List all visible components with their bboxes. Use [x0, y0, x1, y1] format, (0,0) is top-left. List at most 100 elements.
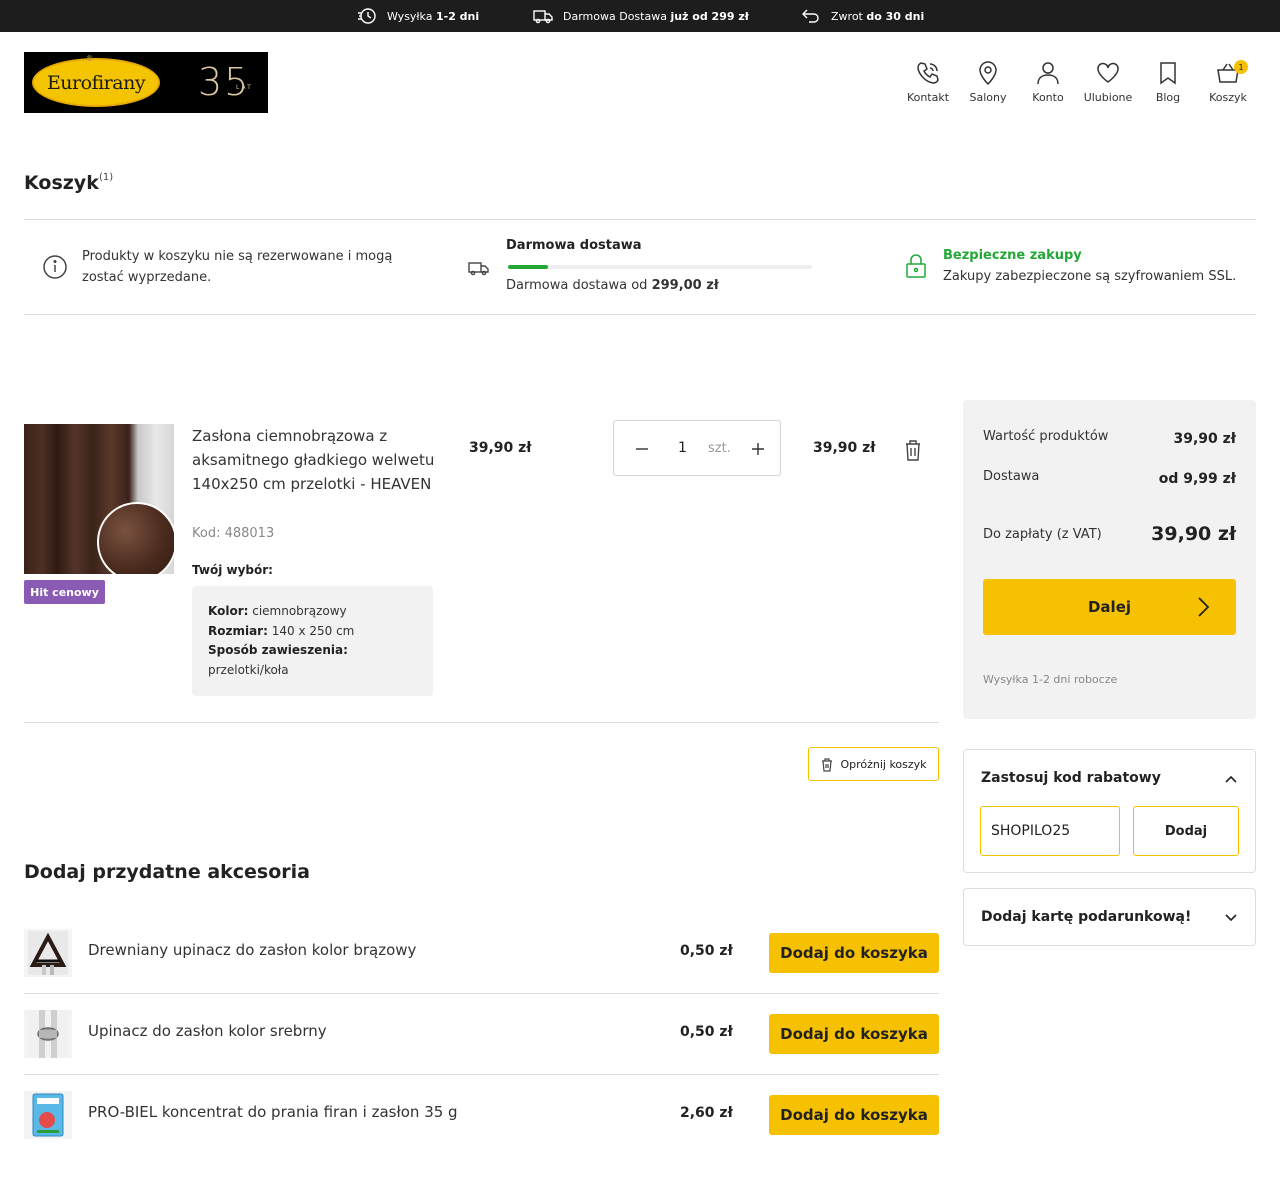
item-total-price: 39,90 zł	[813, 440, 876, 456]
reservation-note-text: Produkty w koszyku nie są rezerwowane i …	[82, 249, 393, 285]
nav-koszyk[interactable]: 1 Koszyk	[1198, 60, 1258, 104]
product-image[interactable]	[24, 424, 174, 574]
apply-coupon-button[interactable]: Dodaj	[1133, 806, 1239, 856]
topbar-return: Zwrot do 30 dni	[801, 0, 924, 32]
total-value: 39,90 zł	[1151, 523, 1236, 545]
accessory-row: PRO-BIEL koncentrat do prania firan i za…	[24, 1075, 939, 1155]
empty-cart-label: Opróżnij koszyk	[840, 757, 927, 771]
return-arrow-icon	[802, 9, 819, 23]
reservation-note: Produkty w koszyku nie są rezerwowane i …	[42, 246, 422, 288]
product-color-swatch	[97, 502, 174, 574]
hit-price-badge: Hit cenowy	[24, 580, 105, 604]
nav-konto[interactable]: Konto	[1018, 60, 1078, 104]
quantity-unit: szt.	[708, 441, 731, 456]
shipping-note: Wysyłka 1-2 dni robocze	[983, 673, 1118, 686]
logo-oval: Eurofirany	[32, 58, 160, 107]
topbar-return-text: Zwrot	[831, 9, 867, 23]
free-delivery-subtitle: Darmowa dostawa od 299,00 zł	[506, 278, 719, 293]
free-delivery-amount: 299,00 zł	[651, 278, 719, 293]
chevron-down-icon[interactable]	[1225, 914, 1237, 922]
delivery-label: Dostawa	[983, 469, 1040, 484]
coupon-title[interactable]: Zastosuj kod rabatowy	[981, 770, 1161, 786]
free-delivery-progress-fill	[508, 265, 549, 269]
heart-icon	[1097, 62, 1119, 83]
topbar-shipping: Wysyłka 1-2 dni	[357, 0, 479, 32]
order-summary: Wartość produktów 39,90 zł Dostawa od 9,…	[963, 400, 1256, 719]
nav-blog-label: Blog	[1155, 91, 1181, 104]
logo-text: Eurofirany	[46, 71, 146, 94]
accessory-name[interactable]: Upinacz do zasłon kolor srebrny	[88, 1022, 327, 1040]
choice-box: Kolor: ciemnobrązowy Rozmiar: 140 x 250 …	[192, 586, 433, 696]
bookmark-icon	[1160, 62, 1176, 85]
lock-icon	[906, 254, 926, 278]
add-to-cart-button[interactable]: Dodaj do koszyka	[769, 1095, 939, 1135]
quantity-increase-button[interactable]	[746, 437, 770, 461]
nav-kontakt-label: Kontakt	[906, 91, 950, 104]
chevron-right-icon	[1198, 597, 1210, 617]
topbar-delivery-bold: już od 299 zł	[670, 9, 749, 23]
accessory-name[interactable]: PRO-BIEL koncentrat do prania firan i za…	[88, 1103, 458, 1121]
next-button[interactable]: Dalej	[983, 579, 1236, 635]
logo[interactable]: Eurofirany ♛ 35 LAT	[24, 52, 268, 113]
accessory-thumbnail[interactable]	[24, 1010, 72, 1058]
products-value-label: Wartość produktów	[983, 429, 1109, 444]
free-delivery-title: Darmowa dostawa	[506, 238, 642, 253]
topbar-shipping-bold: 1-2 dni	[435, 9, 480, 23]
nav-salony-label: Salony	[969, 91, 1007, 104]
product-name[interactable]: Zasłona ciemnobrązowa z aksamitnego gład…	[192, 424, 442, 496]
accessory-price: 2,60 zł	[680, 1105, 733, 1121]
accessory-row: Drewniany upinacz do zasłon kolor brązow…	[24, 913, 939, 993]
hanging-value: przelotki/koła	[208, 662, 289, 677]
top-info-bar: Wysyłka 1-2 dni Darmowa Dostawa już od 2…	[0, 0, 1280, 32]
free-delivery-progress	[508, 265, 812, 269]
accessory-thumbnail[interactable]	[24, 1091, 72, 1139]
gift-card-panel[interactable]: Dodaj kartę podarunkową!	[963, 888, 1256, 946]
quantity-value[interactable]: 1	[678, 440, 687, 456]
add-to-cart-button[interactable]: Dodaj do koszyka	[769, 1014, 939, 1054]
hanging-label: Sposób zawieszenia:	[208, 643, 348, 657]
accessory-name[interactable]: Drewniany upinacz do zasłon kolor brązow…	[88, 941, 416, 959]
choice-label: Twój wybór:	[192, 563, 273, 577]
remove-item-trash-icon[interactable]	[902, 438, 924, 462]
topbar-delivery: Darmowa Dostawa już od 299 zł	[533, 0, 749, 32]
product-code: Kod: 488013	[192, 526, 275, 541]
coupon-panel: Zastosuj kod rabatowy Dodaj	[963, 749, 1256, 873]
quantity-decrease-button[interactable]	[630, 437, 654, 461]
delivery-truck-icon	[468, 262, 489, 276]
topbar-return-bold: do 30 dni	[866, 9, 925, 23]
accessories-title: Dodaj przydatne akcesoria	[24, 861, 310, 883]
gift-card-title[interactable]: Dodaj kartę podarunkową!	[981, 909, 1191, 925]
divider	[24, 722, 939, 723]
empty-cart-button[interactable]: Opróżnij koszyk	[808, 747, 939, 781]
chevron-up-icon[interactable]	[1225, 775, 1237, 783]
info-icon	[43, 255, 67, 279]
clock-icon	[358, 8, 376, 24]
nav-ulubione[interactable]: Ulubione	[1078, 60, 1138, 104]
wooden-tieback-icon	[28, 931, 68, 975]
logo-years-suffix: LAT	[236, 84, 253, 91]
nav-blog[interactable]: Blog	[1138, 60, 1198, 104]
phone-icon	[917, 62, 939, 84]
logo-years: 35	[198, 60, 251, 104]
page-title: Koszyk	[24, 172, 99, 194]
nav-ulubione-label: Ulubione	[1083, 91, 1133, 104]
coupon-input[interactable]	[980, 806, 1120, 856]
location-pin-icon	[979, 61, 997, 86]
cart-count-badge: 1	[1234, 60, 1248, 74]
color-label: Kolor:	[208, 604, 249, 618]
color-value: ciemnobrązowy	[252, 604, 347, 618]
size-label: Rozmiar:	[208, 623, 268, 638]
size-value: 140 x 250 cm	[271, 623, 355, 638]
nav-salony[interactable]: Salony	[958, 60, 1018, 104]
add-to-cart-button[interactable]: Dodaj do koszyka	[769, 933, 939, 973]
accessory-row: Upinacz do zasłon kolor srebrny 0,50 zł …	[24, 994, 939, 1074]
quantity-stepper: 1 szt.	[613, 420, 781, 476]
topbar-shipping-text: Wysyłka	[387, 9, 436, 23]
user-icon	[1037, 62, 1059, 85]
divider	[24, 314, 1256, 315]
accessory-price: 0,50 zł	[680, 1024, 733, 1040]
secure-title: Bezpieczne zakupy	[943, 248, 1082, 263]
delivery-value: od 9,99 zł	[1158, 471, 1236, 487]
accessory-thumbnail[interactable]	[24, 929, 72, 977]
nav-kontakt[interactable]: Kontakt	[898, 60, 958, 104]
